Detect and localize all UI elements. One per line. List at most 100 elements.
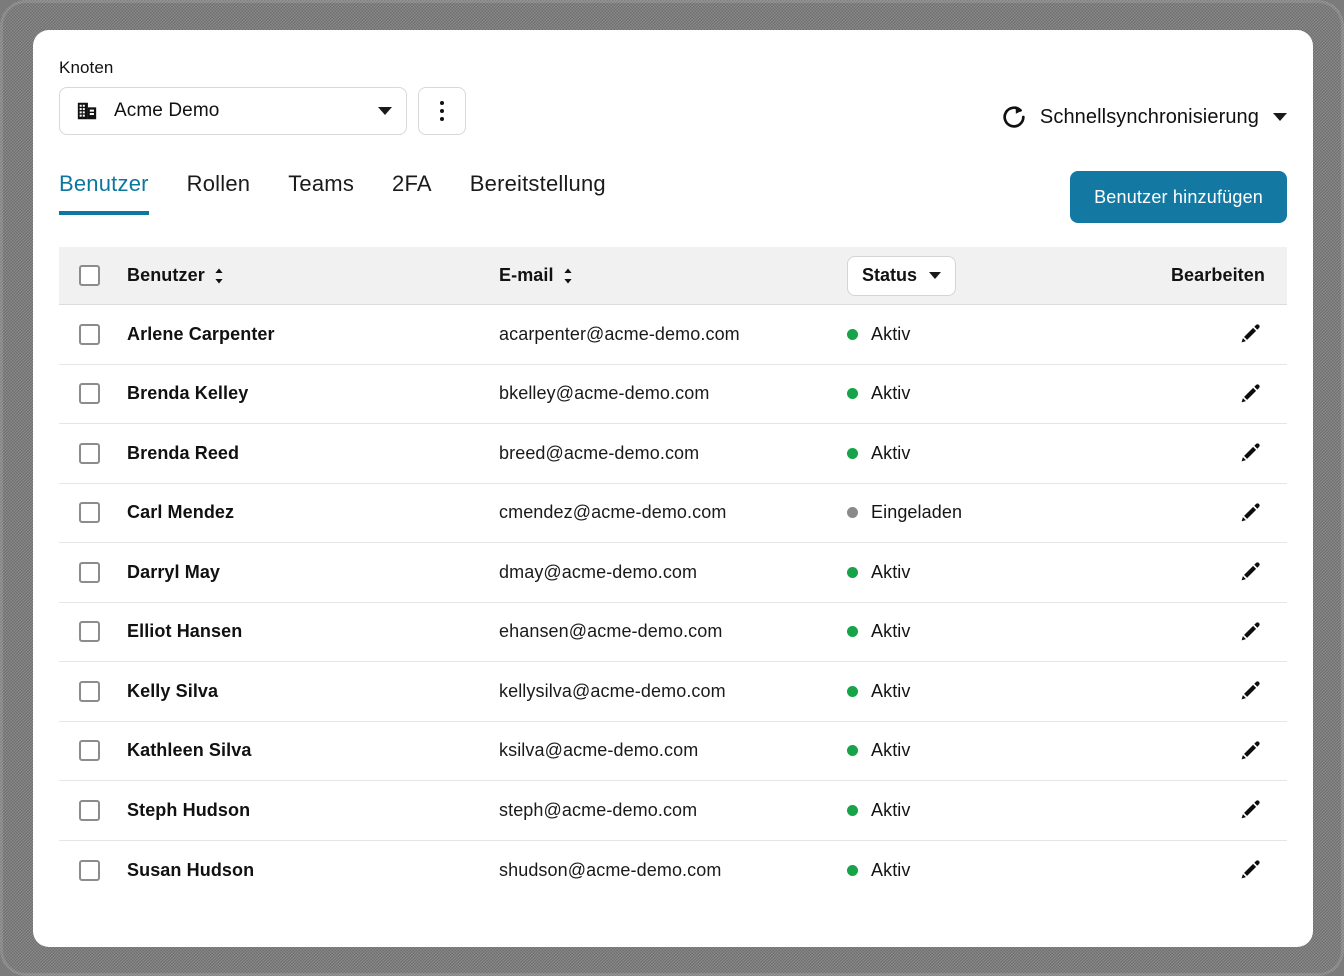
add-user-button[interactable]: Benutzer hinzufügen bbox=[1070, 171, 1287, 223]
tab-bereitstellung[interactable]: Bereitstellung bbox=[470, 171, 606, 215]
table-row: Kelly Silva kellysilva@acme-demo.com Aktiv bbox=[59, 662, 1287, 722]
pencil-icon bbox=[1241, 860, 1260, 879]
tab-rollen[interactable]: Rollen bbox=[187, 171, 251, 215]
user-email: dmay@acme-demo.com bbox=[499, 561, 698, 582]
user-name: Susan Hudson bbox=[127, 859, 255, 880]
status-label: Aktiv bbox=[871, 680, 911, 701]
row-select-checkbox[interactable] bbox=[79, 799, 100, 821]
user-name: Brenda Reed bbox=[127, 442, 240, 463]
column-header-edit: Bearbeiten bbox=[1170, 265, 1265, 285]
edit-row-button[interactable] bbox=[1235, 617, 1265, 647]
row-select-checkbox[interactable] bbox=[79, 502, 100, 524]
user-name: Kathleen Silva bbox=[127, 740, 252, 761]
edit-row-button[interactable] bbox=[1235, 736, 1265, 766]
tab-benutzer[interactable]: Benutzer bbox=[59, 171, 149, 215]
column-header-user: Benutzer bbox=[127, 265, 205, 285]
kebab-menu-icon bbox=[440, 117, 444, 121]
user-email: ehansen@acme-demo.com bbox=[499, 621, 723, 642]
status-label: Eingeladen bbox=[871, 502, 963, 523]
user-email: acarpenter@acme-demo.com bbox=[499, 323, 740, 344]
user-email: cmendez@acme-demo.com bbox=[499, 502, 727, 523]
row-select-checkbox[interactable] bbox=[79, 859, 100, 881]
pencil-icon bbox=[1241, 443, 1260, 462]
status-label: Aktiv bbox=[871, 383, 911, 404]
kebab-menu-icon bbox=[440, 101, 444, 105]
pencil-icon bbox=[1241, 384, 1260, 403]
pencil-icon bbox=[1241, 562, 1260, 581]
table-row: Kathleen Silva ksilva@acme-demo.com Aktiv bbox=[59, 721, 1287, 781]
pencil-icon bbox=[1241, 622, 1260, 641]
building-icon bbox=[77, 102, 97, 120]
row-select-checkbox[interactable] bbox=[79, 621, 100, 643]
node-overflow-menu-button[interactable] bbox=[418, 87, 466, 135]
row-select-checkbox[interactable] bbox=[79, 383, 100, 405]
status-label: Aktiv bbox=[871, 323, 911, 344]
edit-row-button[interactable] bbox=[1235, 319, 1265, 349]
user-name: Kelly Silva bbox=[127, 680, 219, 701]
edit-row-button[interactable] bbox=[1235, 438, 1265, 468]
pencil-icon bbox=[1241, 681, 1260, 700]
row-select-checkbox[interactable] bbox=[79, 740, 100, 762]
status-dot-icon bbox=[847, 447, 858, 459]
status-dot-icon bbox=[847, 566, 858, 578]
status-badge: Aktiv bbox=[847, 383, 911, 404]
status-badge: Eingeladen bbox=[847, 502, 962, 523]
status-badge: Aktiv bbox=[847, 740, 911, 761]
status-badge: Aktiv bbox=[847, 562, 911, 583]
table-row: Brenda Kelley bkelley@acme-demo.com Aktiv bbox=[59, 364, 1287, 424]
edit-row-button[interactable] bbox=[1235, 795, 1265, 825]
user-email: bkelley@acme-demo.com bbox=[499, 383, 710, 404]
edit-row-button[interactable] bbox=[1235, 557, 1265, 587]
status-dot-icon bbox=[847, 626, 858, 638]
status-badge: Aktiv bbox=[847, 681, 911, 702]
user-name: Arlene Carpenter bbox=[127, 323, 275, 344]
status-dot-icon bbox=[847, 745, 858, 757]
user-name: Elliot Hansen bbox=[127, 621, 243, 642]
refresh-icon bbox=[1003, 106, 1025, 128]
row-select-checkbox[interactable] bbox=[79, 680, 100, 702]
select-all-checkbox[interactable] bbox=[79, 265, 100, 286]
user-email: ksilva@acme-demo.com bbox=[499, 740, 699, 761]
quick-sync-button[interactable]: Schnellsynchronisierung bbox=[1000, 103, 1287, 135]
row-select-checkbox[interactable] bbox=[79, 442, 100, 464]
pencil-icon bbox=[1241, 741, 1260, 760]
tab-row: Benutzer Rollen Teams 2FA Bereitstellung… bbox=[59, 171, 1287, 223]
table-row: Darryl May dmay@acme-demo.com Aktiv bbox=[59, 543, 1287, 603]
status-label: Aktiv bbox=[871, 859, 911, 880]
edit-row-button[interactable] bbox=[1235, 379, 1265, 409]
status-badge: Aktiv bbox=[847, 443, 911, 464]
sort-icon[interactable] bbox=[214, 267, 224, 285]
status-label: Aktiv bbox=[871, 740, 911, 761]
user-email: steph@acme-demo.com bbox=[499, 799, 698, 820]
status-badge: Aktiv bbox=[847, 800, 911, 821]
sort-icon[interactable] bbox=[563, 267, 573, 285]
user-email: kellysilva@acme-demo.com bbox=[499, 680, 726, 701]
row-select-checkbox[interactable] bbox=[79, 561, 100, 583]
column-header-email: E-mail bbox=[499, 265, 554, 285]
edit-row-button[interactable] bbox=[1235, 855, 1265, 885]
users-table: Benutzer E-mail Status Bearbeiten Arlene… bbox=[59, 247, 1287, 900]
table-row: Arlene Carpenter acarpenter@acme-demo.com… bbox=[59, 305, 1287, 365]
status-label: Aktiv bbox=[871, 442, 911, 463]
status-dot-icon bbox=[847, 685, 858, 697]
status-label: Aktiv bbox=[871, 561, 911, 582]
node-select[interactable]: Acme Demo bbox=[59, 87, 407, 135]
edit-row-button[interactable] bbox=[1235, 676, 1265, 706]
tab-teams[interactable]: Teams bbox=[288, 171, 354, 215]
user-name: Darryl May bbox=[127, 561, 221, 582]
status-filter-button[interactable]: Status bbox=[847, 255, 957, 296]
table-row: Elliot Hansen ehansen@acme-demo.com Aktiv bbox=[59, 602, 1287, 662]
edit-row-button[interactable] bbox=[1235, 498, 1265, 528]
status-dot-icon bbox=[847, 388, 858, 400]
chevron-down-icon bbox=[378, 107, 392, 115]
pencil-icon bbox=[1241, 503, 1260, 522]
status-label: Aktiv bbox=[871, 799, 911, 820]
status-dot-icon bbox=[847, 328, 858, 340]
table-row: Susan Hudson shudson@acme-demo.com Aktiv bbox=[59, 840, 1287, 900]
kebab-menu-icon bbox=[440, 109, 444, 113]
user-email: breed@acme-demo.com bbox=[499, 442, 700, 463]
user-name: Steph Hudson bbox=[127, 799, 251, 820]
tab-2fa[interactable]: 2FA bbox=[392, 171, 432, 215]
row-select-checkbox[interactable] bbox=[79, 323, 100, 345]
table-row: Steph Hudson steph@acme-demo.com Aktiv bbox=[59, 781, 1287, 841]
